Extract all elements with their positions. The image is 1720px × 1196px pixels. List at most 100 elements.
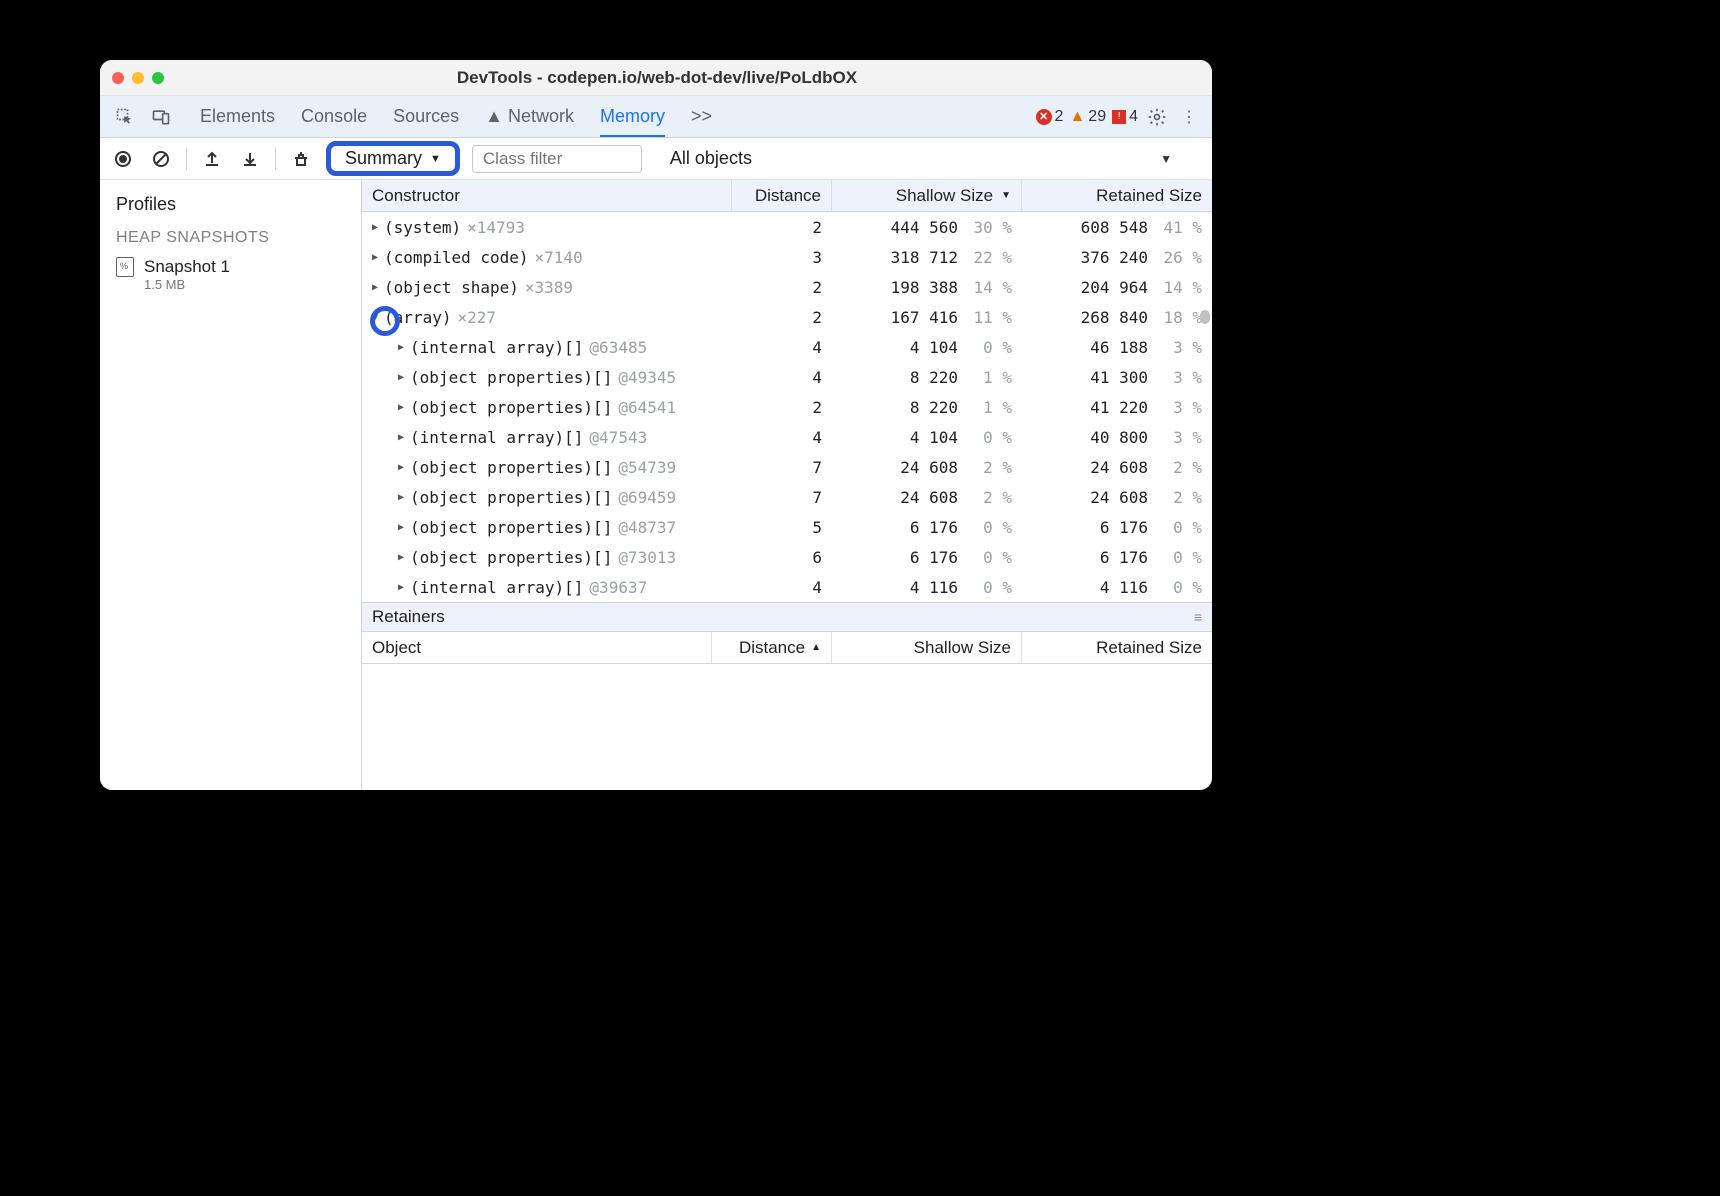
minimize-window-button[interactable]	[132, 72, 144, 84]
table-row[interactable]: ▶ (internal array)[] @4754344 1040 %40 8…	[362, 422, 1212, 452]
instance-count: ×7140	[535, 248, 583, 267]
tabs-overflow-button[interactable]: >>	[691, 106, 712, 127]
retained-cell: 46 1883 %	[1022, 338, 1212, 357]
distance-cell: 4	[732, 578, 832, 597]
ret-col-retained[interactable]: Retained Size	[1022, 632, 1212, 663]
sort-asc-icon: ▲	[811, 642, 821, 653]
object-id: @64541	[618, 398, 676, 417]
col-retained-size[interactable]: Retained Size	[1022, 180, 1212, 211]
disclosure-triangle-icon[interactable]: ▶	[398, 492, 404, 503]
window-title: DevTools - codepen.io/web-dot-dev/live/P…	[164, 68, 1150, 88]
tab-network[interactable]: ▲ Network	[485, 106, 574, 127]
inspect-element-icon[interactable]	[110, 102, 140, 132]
retained-cell: 24 6082 %	[1022, 488, 1212, 507]
disclosure-triangle-icon[interactable]: ▶	[398, 582, 404, 593]
ret-col-distance[interactable]: Distance▲	[712, 632, 832, 663]
shallow-cell: 444 56030 %	[832, 218, 1022, 237]
col-constructor[interactable]: Constructor	[362, 180, 732, 211]
scope-select[interactable]: All objects	[670, 148, 752, 169]
distance-cell: 2	[732, 278, 832, 297]
disclosure-triangle-icon[interactable]: ▶	[398, 372, 404, 383]
chevron-down-icon[interactable]: ▼	[1160, 152, 1172, 166]
traffic-lights	[112, 72, 164, 84]
table-row[interactable]: ▶ (compiled code) ×71403318 71222 %376 2…	[362, 242, 1212, 272]
load-icon[interactable]	[199, 146, 225, 172]
table-row[interactable]: ▶ (object properties)[] @54739724 6082 %…	[362, 452, 1212, 482]
shallow-cell: 8 2201 %	[832, 368, 1022, 387]
perspective-select[interactable]: Summary ▼	[326, 141, 460, 176]
shallow-cell: 4 1040 %	[832, 338, 1022, 357]
zoom-window-button[interactable]	[152, 72, 164, 84]
col-distance[interactable]: Distance	[732, 180, 832, 211]
table-row[interactable]: ▶ (system) ×147932444 56030 %608 54841 %	[362, 212, 1212, 242]
object-id: @48737	[618, 518, 676, 537]
shallow-cell: 6 1760 %	[832, 548, 1022, 567]
object-id: @49345	[618, 368, 676, 387]
disclosure-triangle-icon[interactable]: ▶	[372, 222, 378, 233]
settings-icon[interactable]	[1144, 104, 1170, 130]
retained-cell: 40 8003 %	[1022, 428, 1212, 447]
disclosure-triangle-icon[interactable]: ▶	[398, 552, 404, 563]
record-icon[interactable]	[110, 146, 136, 172]
disclosure-triangle-icon[interactable]: ▶	[370, 314, 381, 320]
constructor-name: (array)	[384, 308, 451, 327]
constructor-name: (object properties)[]	[410, 458, 612, 477]
table-row[interactable]: ▶ (object properties)[] @4873756 1760 %6…	[362, 512, 1212, 542]
disclosure-triangle-icon[interactable]: ▶	[372, 282, 378, 293]
shallow-cell: 318 71222 %	[832, 248, 1022, 267]
constructor-name: (compiled code)	[384, 248, 529, 267]
status-cluster: ✕ 2 ▲ 29 ! 4 ⋮	[1036, 104, 1202, 130]
chevron-down-icon: ▼	[430, 153, 441, 165]
device-toolbar-icon[interactable]	[146, 102, 176, 132]
more-options-icon[interactable]: ⋮	[1176, 104, 1202, 130]
class-filter-input[interactable]	[472, 145, 642, 173]
disclosure-triangle-icon[interactable]: ▶	[398, 462, 404, 473]
table-row[interactable]: ▶ (array) ×2272167 41611 %268 84018 %	[362, 302, 1212, 332]
table-row[interactable]: ▶ (object properties)[] @69459724 6082 %…	[362, 482, 1212, 512]
warnings-counter[interactable]: ▲ 29	[1069, 108, 1106, 126]
tab-memory[interactable]: Memory	[600, 106, 665, 137]
errors-counter[interactable]: ✕ 2	[1036, 108, 1064, 126]
devtools-window: DevTools - codepen.io/web-dot-dev/live/P…	[100, 60, 1212, 790]
save-icon[interactable]	[237, 146, 263, 172]
warning-icon: ▲	[1069, 108, 1085, 126]
panel-menu-icon[interactable]: ≡	[1194, 609, 1202, 625]
distance-cell: 7	[732, 488, 832, 507]
disclosure-triangle-icon[interactable]: ▶	[372, 252, 378, 263]
close-window-button[interactable]	[112, 72, 124, 84]
disclosure-triangle-icon[interactable]: ▶	[398, 522, 404, 533]
snapshot-size: 1.5 MB	[144, 277, 230, 292]
tab-console[interactable]: Console	[301, 106, 367, 127]
clear-icon[interactable]	[148, 146, 174, 172]
ret-col-shallow[interactable]: Shallow Size	[832, 632, 1022, 663]
retainers-header: Retainers ≡	[362, 602, 1212, 632]
table-row[interactable]: ▶ (internal array)[] @6348544 1040 %46 1…	[362, 332, 1212, 362]
table-row[interactable]: ▶ (object properties)[] @7301366 1760 %6…	[362, 542, 1212, 572]
grid-header: Constructor Distance Shallow Size▼ Retai…	[362, 180, 1212, 212]
table-row[interactable]: ▶ (internal array)[] @3963744 1160 %4 11…	[362, 572, 1212, 602]
shallow-cell: 24 6082 %	[832, 488, 1022, 507]
table-row[interactable]: ▶ (object properties)[] @4934548 2201 %4…	[362, 362, 1212, 392]
snapshot-name: Snapshot 1	[144, 257, 230, 277]
disclosure-triangle-icon[interactable]: ▶	[398, 432, 404, 443]
snapshot-file-icon	[116, 257, 134, 277]
constructor-name: (object properties)[]	[410, 488, 612, 507]
col-shallow-size[interactable]: Shallow Size▼	[832, 180, 1022, 211]
profiles-sidebar: Profiles HEAP SNAPSHOTS Snapshot 1 1.5 M…	[100, 180, 362, 790]
error-icon: ✕	[1036, 109, 1052, 125]
disclosure-triangle-icon[interactable]: ▶	[398, 342, 404, 353]
retained-cell: 41 3003 %	[1022, 368, 1212, 387]
table-row[interactable]: ▶ (object shape) ×33892198 38814 %204 96…	[362, 272, 1212, 302]
ret-col-object[interactable]: Object	[362, 632, 712, 663]
grid-body[interactable]: ▶ (system) ×147932444 56030 %608 54841 %…	[362, 212, 1212, 602]
perspective-label: Summary	[345, 148, 422, 169]
tab-sources[interactable]: Sources	[393, 106, 459, 127]
sidebar-item-snapshot[interactable]: Snapshot 1 1.5 MB	[100, 251, 361, 298]
tab-elements[interactable]: Elements	[200, 106, 275, 127]
disclosure-triangle-icon[interactable]: ▶	[398, 402, 404, 413]
scrollbar-thumb[interactable]	[1200, 310, 1210, 324]
table-row[interactable]: ▶ (object properties)[] @6454128 2201 %4…	[362, 392, 1212, 422]
collect-garbage-icon[interactable]	[288, 146, 314, 172]
issues-counter[interactable]: ! 4	[1112, 108, 1138, 126]
retained-cell: 608 54841 %	[1022, 218, 1212, 237]
